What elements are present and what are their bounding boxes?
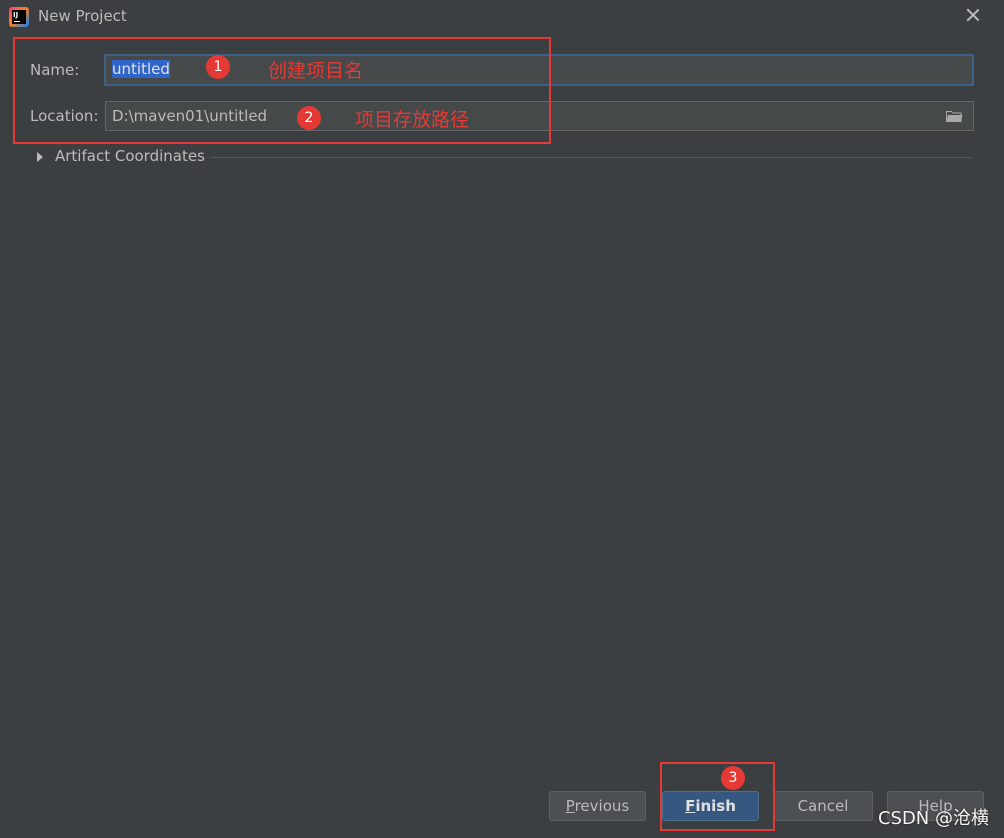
watermark: CSDN @沧横 (877, 808, 989, 829)
previous-label: revious (574, 797, 630, 815)
app-icon-text: IJ (12, 10, 26, 24)
previous-button[interactable]: Previous (549, 791, 646, 821)
triangle-right-icon (37, 152, 43, 162)
window-title: New Project (38, 7, 127, 25)
cancel-button[interactable]: Cancel (773, 791, 873, 821)
artifact-coordinates-toggle[interactable]: Artifact Coordinates (36, 147, 972, 167)
annotation-text-2: 项目存放路径 (355, 109, 470, 131)
annotation-badge-3: 3 (721, 766, 745, 790)
artifact-coordinates-label: Artifact Coordinates (55, 147, 205, 165)
title-bar: IJ New Project (0, 0, 1004, 34)
folder-icon[interactable] (946, 110, 963, 122)
close-icon[interactable] (964, 6, 982, 24)
separator (210, 157, 972, 158)
annotation-box-form (13, 37, 551, 144)
intellij-idea-icon: IJ (9, 7, 29, 27)
annotation-box-finish (660, 762, 775, 831)
previous-mnemonic: P (565, 797, 575, 815)
annotation-text-1: 创建项目名 (268, 60, 364, 82)
annotation-badge-2: 2 (297, 106, 321, 130)
annotation-badge-1: 1 (206, 55, 230, 79)
